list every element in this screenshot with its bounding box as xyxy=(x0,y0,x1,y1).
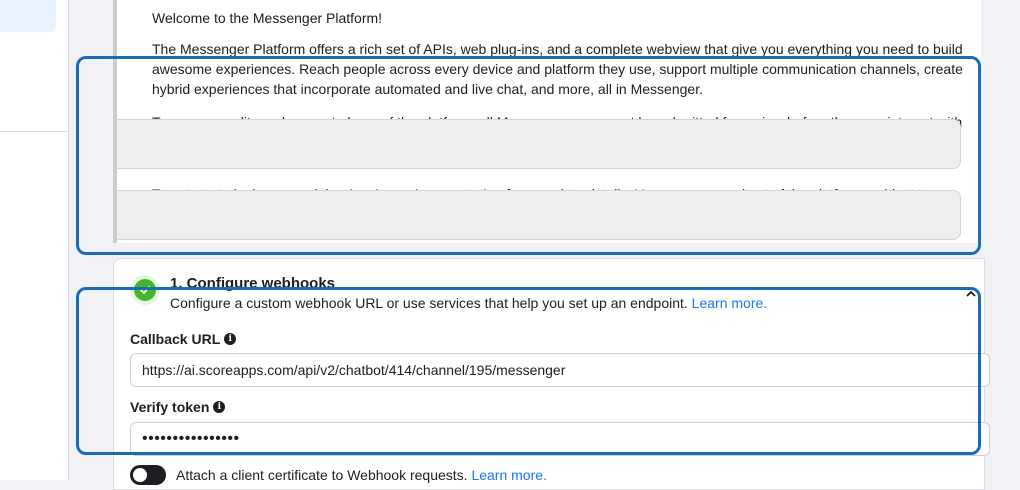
verify-token-label: Verify token i xyxy=(130,399,226,415)
client-certificate-label: Attach a client certificate to Webhook r… xyxy=(176,467,547,483)
certificate-learn-more-link[interactable]: Learn more. xyxy=(471,467,546,483)
welcome-text: Welcome to the Messenger Platform! xyxy=(152,10,383,26)
left-sidebar xyxy=(0,0,69,480)
section-description-text: Configure a custom webhook URL or use se… xyxy=(170,295,688,311)
check-circle-icon xyxy=(134,279,156,301)
chevron-up-icon[interactable] xyxy=(966,289,976,299)
sidebar-divider xyxy=(0,131,68,132)
callback-url-input[interactable]: https://ai.scoreapps.com/api/v2/chatbot/… xyxy=(130,353,990,387)
redaction-block xyxy=(117,119,961,169)
section-description: Configure a custom webhook URL or use se… xyxy=(170,295,767,311)
client-certificate-toggle[interactable] xyxy=(130,465,166,485)
callback-url-label-text: Callback URL xyxy=(130,331,221,347)
sidebar-item-active[interactable] xyxy=(0,0,56,32)
callback-url-label: Callback URL i xyxy=(130,331,237,347)
info-icon[interactable]: i xyxy=(213,401,226,413)
client-certificate-label-text: Attach a client certificate to Webhook r… xyxy=(176,467,468,483)
configure-webhooks-section: 1. Configure webhooks Configure a custom… xyxy=(113,258,990,490)
verify-token-label-text: Verify token xyxy=(130,399,210,415)
intro-card: Welcome to the Messenger Platform! The M… xyxy=(113,0,981,243)
redaction-block xyxy=(117,190,961,240)
learn-more-link[interactable]: Learn more. xyxy=(692,295,767,311)
section-title: 1. Configure webhooks xyxy=(170,275,336,292)
platform-description: The Messenger Platform offers a rich set… xyxy=(152,41,963,97)
info-icon[interactable]: i xyxy=(224,333,237,345)
verify-token-input[interactable]: •••••••••••••••• xyxy=(130,422,990,456)
